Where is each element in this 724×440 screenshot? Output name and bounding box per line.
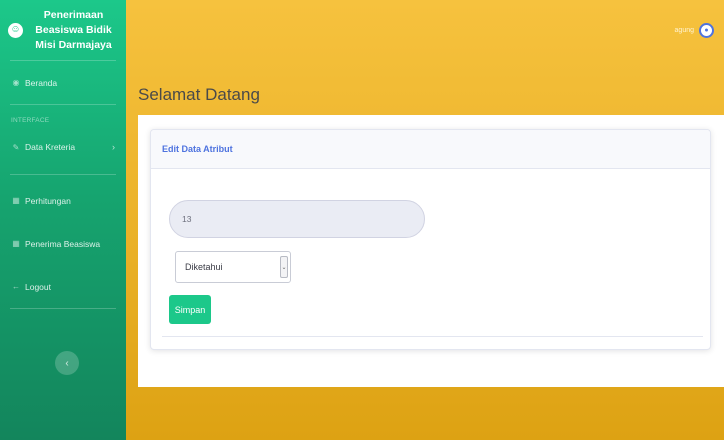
sidebar-item-penerima-beasiswa[interactable]: ▦ Penerima Beasiswa — [0, 222, 126, 265]
sidebar-item-label: Logout — [25, 281, 51, 292]
sidebar-divider — [10, 174, 116, 175]
sidebar-item-label: Perhitungan — [25, 195, 71, 206]
sidebar-item-data-kreteria[interactable]: ✎ Data Kreteria › — [0, 130, 126, 164]
user-name[interactable]: agung — [675, 27, 694, 34]
brand-line-1: Penerimaan — [43, 8, 104, 21]
sidebar-item-logout[interactable]: ← Logout — [0, 265, 126, 308]
sidebar-heading: INTERFACE — [11, 117, 50, 124]
edit-card: Edit Data Atribut Diketahui ⌄ Simpan — [150, 129, 711, 350]
value-input[interactable] — [169, 200, 425, 238]
sidebar-item-label: Data Kreteria — [25, 142, 76, 152]
chevron-down-icon[interactable]: ⌄ — [280, 256, 288, 278]
sidebar: ☺ Penerimaan Beasiswa Bidik Misi Darmaja… — [0, 0, 126, 440]
content-panel: Edit Data Atribut Diketahui ⌄ Simpan — [138, 115, 724, 387]
card-header: Edit Data Atribut — [151, 130, 710, 169]
table-icon: ▦ — [12, 239, 20, 248]
user-avatar-icon[interactable]: ● — [699, 22, 714, 38]
chevron-right-icon: › — [112, 142, 115, 152]
smile-icon: ☺ — [8, 22, 23, 38]
select-value: Diketahui — [185, 262, 223, 272]
sidebar-toggle-button[interactable]: ‹ — [55, 351, 79, 375]
save-button[interactable]: Simpan — [169, 295, 211, 324]
main-area: agung ● Selamat Datang Edit Data Atribut… — [126, 0, 724, 440]
wrench-icon: ✎ — [12, 142, 20, 152]
sidebar-item-perhitungan[interactable]: ▦ Perhitungan — [0, 179, 126, 222]
sidebar-item-label: Beranda — [25, 77, 58, 88]
page-title: Selamat Datang — [138, 85, 260, 104]
sidebar-brand[interactable]: ☺ Penerimaan Beasiswa Bidik Misi Darmaja… — [0, 0, 126, 60]
status-select[interactable]: Diketahui ⌄ — [175, 251, 291, 283]
sidebar-item-label: Penerima Beasiswa — [25, 238, 101, 249]
sidebar-divider — [10, 308, 116, 309]
sidebar-item-beranda[interactable]: ◉ Beranda — [0, 61, 126, 104]
card-divider — [162, 336, 703, 337]
brand-title: Penerimaan Beasiswa Bidik Misi Darmajaya — [23, 8, 120, 53]
chevron-left-icon: ‹ — [65, 357, 69, 369]
table-icon: ▦ — [12, 196, 20, 205]
topbar: agung ● — [126, 0, 724, 60]
brand-line-2: Beasiswa Bidik — [35, 23, 112, 36]
dashboard-icon: ◉ — [12, 78, 20, 87]
arrow-left-icon: ← — [12, 282, 20, 291]
brand-line-3: Misi Darmajaya — [35, 38, 112, 51]
